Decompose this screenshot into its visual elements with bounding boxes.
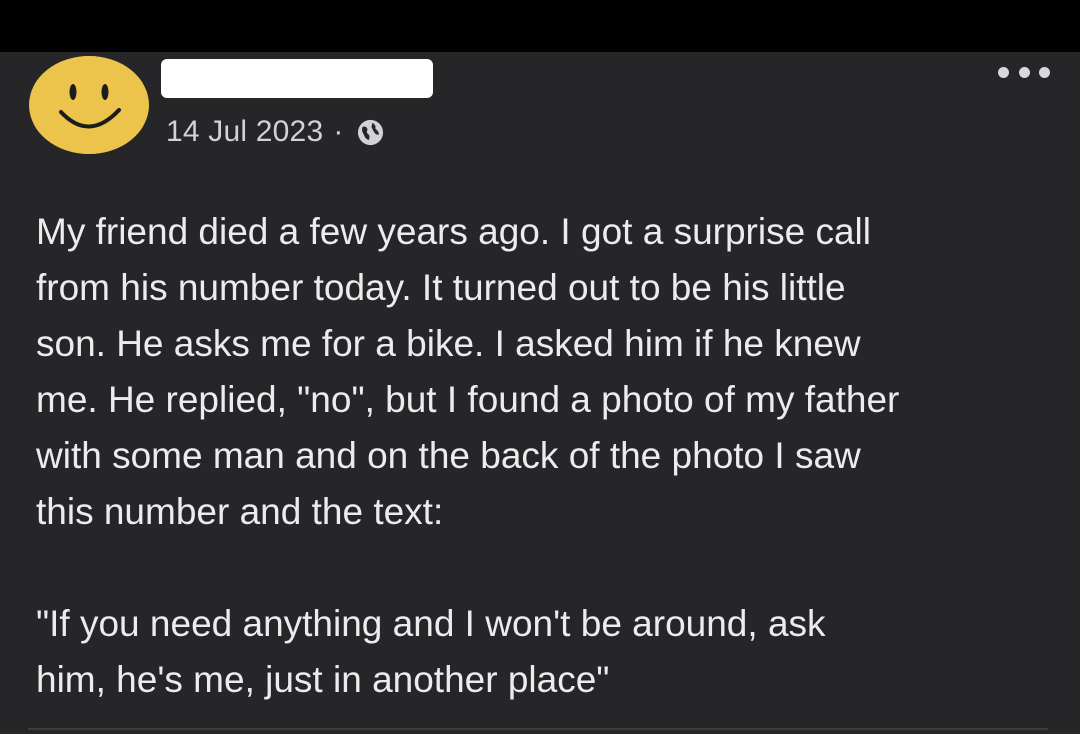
- three-dots-icon: [998, 66, 1009, 78]
- top-black-bar: [0, 0, 1080, 52]
- author-name-redacted[interactable]: [161, 59, 433, 98]
- smiley-face-icon: [31, 56, 147, 154]
- post-quote-paragraph: "If you need anything and I won't be aro…: [36, 603, 826, 700]
- author-avatar[interactable]: [29, 56, 149, 154]
- post-paragraph: My friend died a few years ago. I got a …: [36, 211, 900, 532]
- post-divider: [28, 728, 1048, 730]
- post-timestamp[interactable]: 14 Jul 2023: [166, 115, 323, 149]
- three-dots-icon: [1018, 66, 1030, 78]
- post-card: 14 Jul 2023 · My friend died a few years…: [0, 52, 1080, 734]
- three-dots-icon: [1039, 66, 1050, 78]
- globe-icon: [357, 119, 383, 145]
- meta-separator: ·: [333, 115, 344, 148]
- post-meta: 14 Jul 2023 ·: [166, 112, 385, 152]
- more-options-button[interactable]: [998, 60, 1050, 84]
- post-body: My friend died a few years ago. I got a …: [36, 204, 1056, 708]
